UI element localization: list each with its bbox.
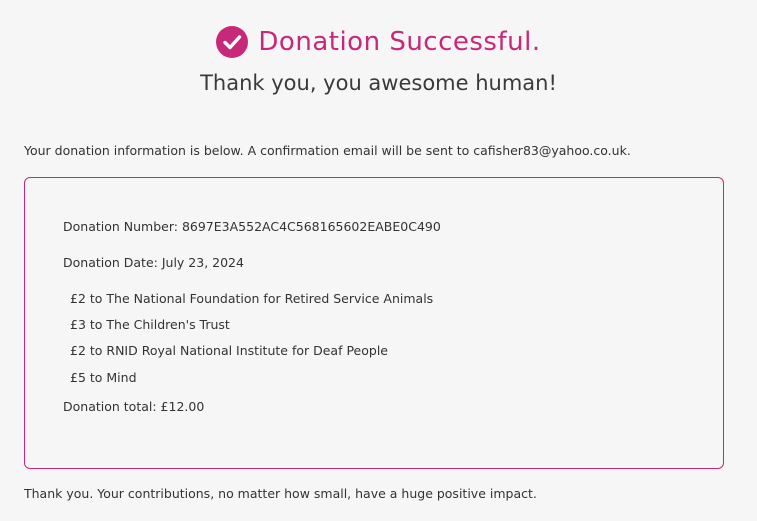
donation-details-box: Donation Number: 8697E3A552AC4C568165602…: [24, 177, 724, 469]
title-row: Donation Successful.: [216, 22, 540, 62]
donation-item: £5 to Mind: [70, 370, 137, 385]
donation-total: Donation total: £12.00: [63, 399, 205, 414]
donation-number: Donation Number: 8697E3A552AC4C568165602…: [63, 219, 441, 234]
donation-item: £2 to RNID Royal National Institute for …: [70, 343, 388, 358]
donation-date: Donation Date: July 23, 2024: [63, 255, 244, 270]
check-circle-icon: [216, 26, 249, 58]
thank-you-footer-text: Thank you. Your contributions, no matter…: [24, 486, 537, 501]
donation-item: £2 to The National Foundation for Retire…: [70, 291, 434, 306]
success-header: Donation Successful. Thank you, you awes…: [0, 22, 757, 98]
page-subtitle: Thank you, you awesome human!: [200, 71, 557, 95]
page-title: Donation Successful.: [258, 27, 541, 57]
donation-item: £3 to The Children's Trust: [70, 317, 230, 332]
confirmation-info-text: Your donation information is below. A co…: [24, 143, 631, 158]
